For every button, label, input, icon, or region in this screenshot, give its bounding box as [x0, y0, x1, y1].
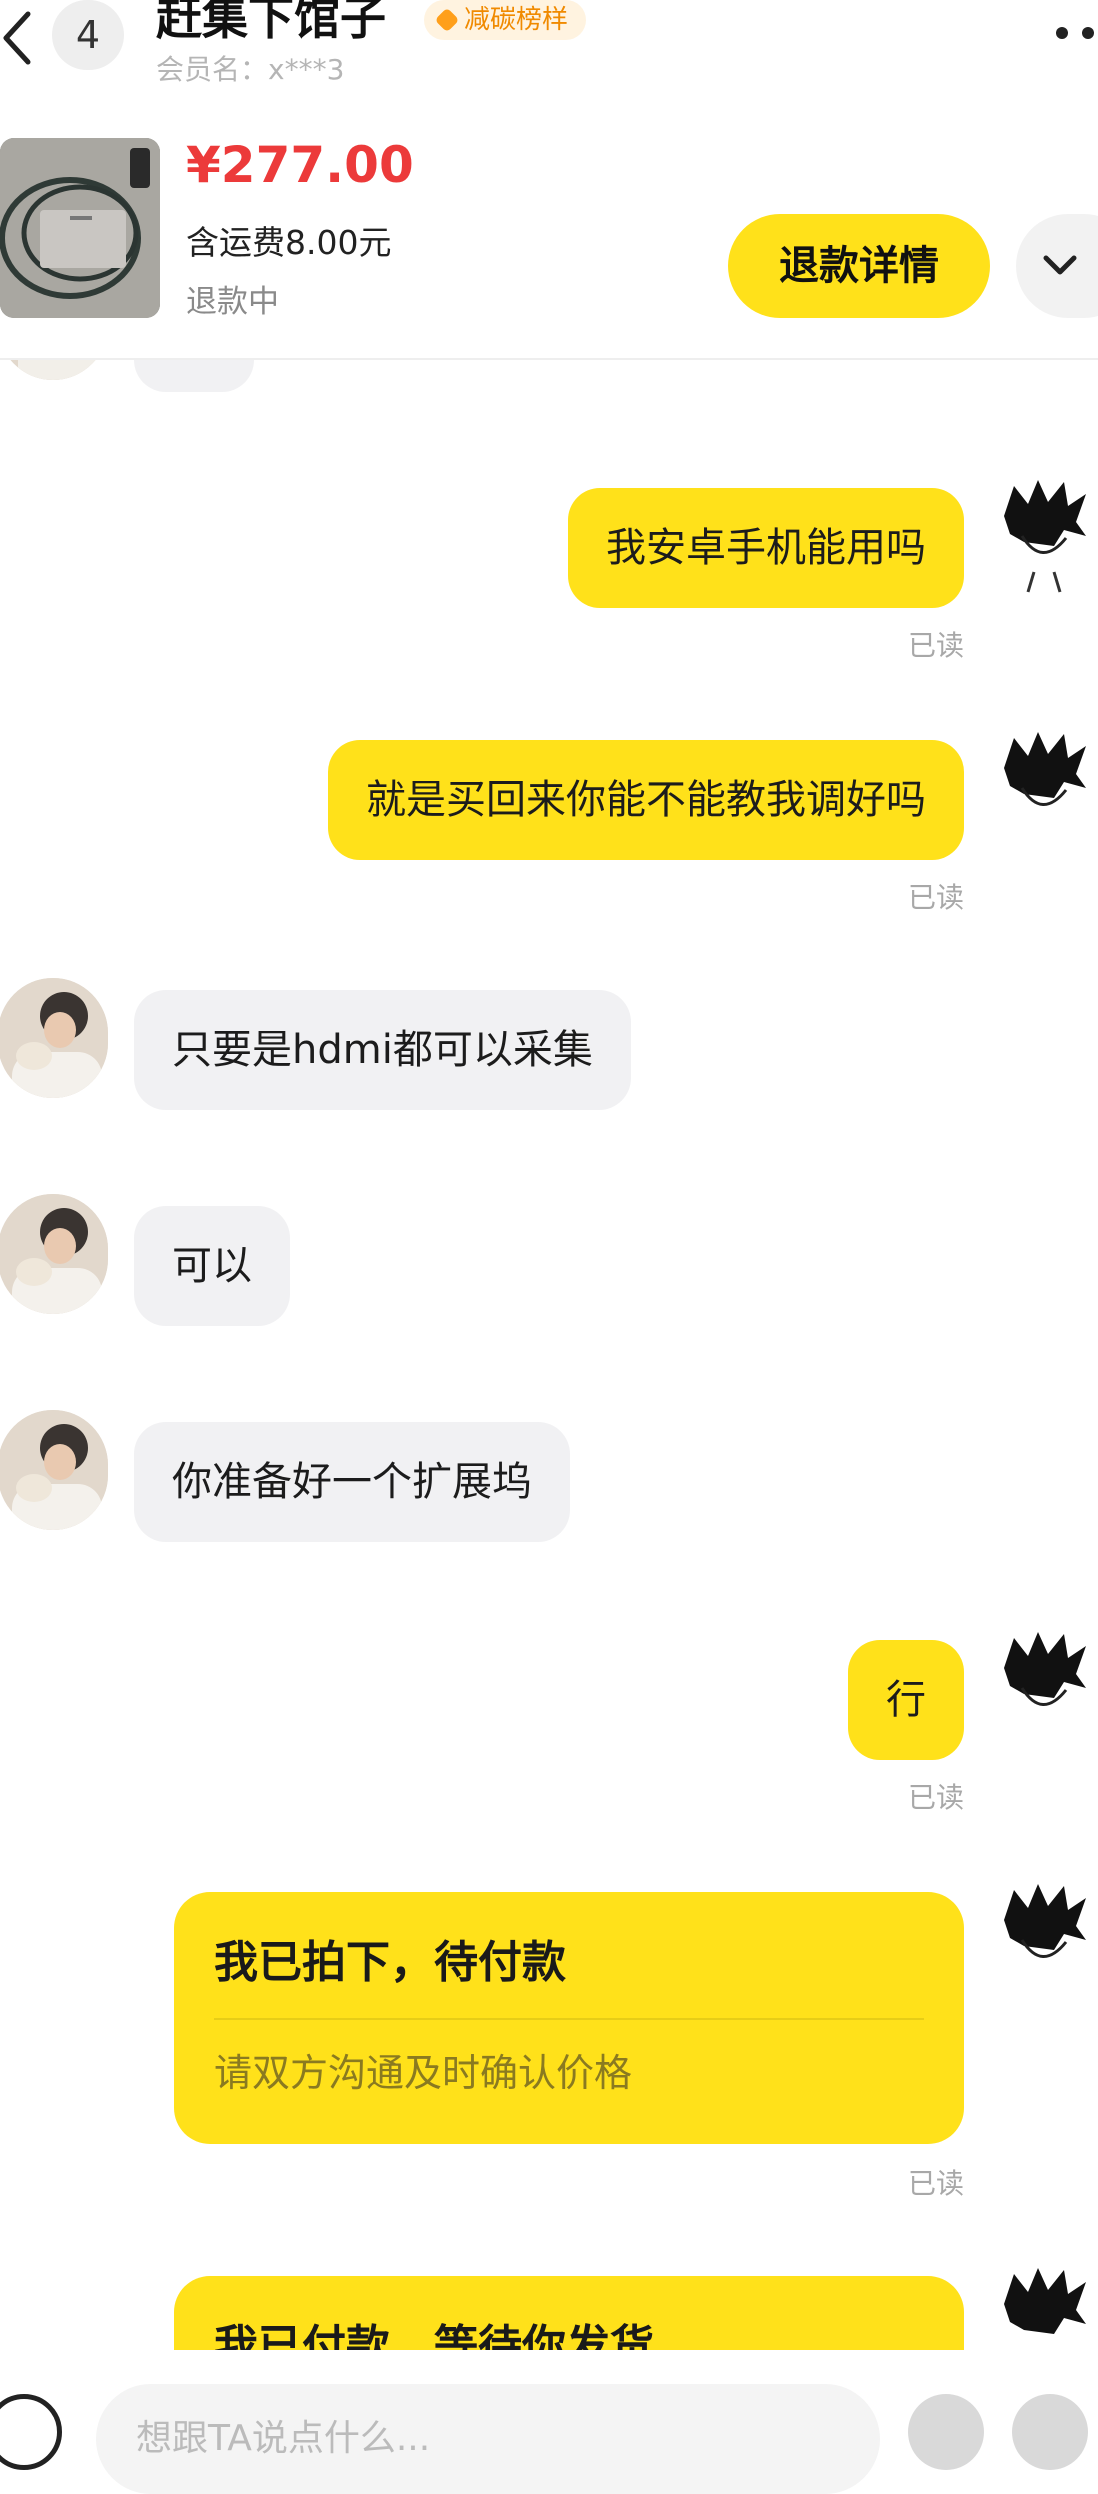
more-options-icon[interactable]: [1048, 18, 1098, 48]
input-bar: 想跟TA说点什么...: [0, 2350, 1098, 2494]
message-bubble[interactable]: 就是买回来你能不能教我调好吗: [328, 740, 964, 860]
message-bubble[interactable]: 行: [848, 1640, 964, 1760]
seller-photo: [0, 1410, 108, 1530]
product-price: ¥277.00: [186, 136, 414, 194]
voice-input-icon[interactable]: [0, 2394, 62, 2470]
carbon-badge-label: 减碳榜样: [464, 5, 569, 35]
read-receipt: 已读: [907, 629, 964, 662]
order-card-title: 我已付款，等待你发货: [214, 2321, 654, 2350]
user-avatar[interactable]: [994, 2264, 1090, 2350]
shipping-info: 含运费8.00元: [186, 223, 392, 262]
seller-avatar[interactable]: [0, 1410, 108, 1530]
order-status-card[interactable]: 我已付款，等待你发货: [174, 2276, 964, 2350]
order-card-subtitle: 请双方沟通及时确认价格: [214, 2051, 633, 2095]
user-avatar[interactable]: [994, 1628, 1090, 1746]
order-status-card[interactable]: 我已拍下，待付款 请双方沟通及时确认价格: [174, 1892, 964, 2144]
seller-photo: [0, 1194, 108, 1314]
order-status: 退款中: [186, 284, 279, 320]
message-input[interactable]: 想跟TA说点什么...: [96, 2384, 880, 2494]
emoji-icon[interactable]: [908, 2394, 984, 2470]
expand-button[interactable]: [1016, 214, 1098, 318]
back-arrow-icon[interactable]: [0, 8, 34, 68]
message-bubble-partial: [134, 360, 254, 392]
product-thumbnail[interactable]: [0, 138, 160, 318]
leaf-icon: [434, 7, 460, 33]
more-actions-icon[interactable]: [1012, 2394, 1088, 2470]
message-bubble[interactable]: 可以: [134, 1206, 290, 1326]
user-avatar[interactable]: [994, 476, 1090, 594]
seller-avatar[interactable]: [0, 978, 108, 1098]
anime-avatar-icon: [994, 728, 1090, 846]
read-receipt: 已读: [907, 881, 964, 914]
unread-count-badge[interactable]: 4: [52, 0, 124, 70]
product-card[interactable]: ¥277.00 含运费8.00元 退款中 退款详情: [0, 130, 1098, 360]
seller-avatar[interactable]: [0, 360, 108, 380]
order-card-title: 我已拍下，待付款: [214, 1937, 566, 1988]
read-receipt: 已读: [907, 2167, 964, 2200]
read-receipt: 已读: [907, 1781, 964, 1814]
user-avatar[interactable]: [994, 1880, 1090, 1998]
message-bubble[interactable]: 只要是hdmi都可以采集: [134, 990, 631, 1110]
message-bubble[interactable]: 你准备好一个扩展坞: [134, 1422, 570, 1542]
anime-avatar-icon: [994, 2264, 1090, 2350]
hdmi-capture-product-image: [0, 138, 160, 318]
carbon-reduction-badge[interactable]: 减碳榜样: [424, 0, 587, 40]
card-divider: [214, 2018, 924, 2020]
seller-photo: [0, 978, 108, 1098]
user-avatar[interactable]: [994, 728, 1090, 846]
seller-avatar[interactable]: [0, 1194, 108, 1314]
message-list[interactable]: 我安卓手机能用吗 已读 就是买回来你能不能教我调好吗 已读 只要是hdmi都可以…: [0, 360, 1098, 2350]
anime-avatar-icon: [994, 1880, 1090, 1998]
member-name: 会员名：x***3: [156, 53, 345, 86]
refund-details-button[interactable]: 退款详情: [728, 214, 990, 318]
chevron-down-icon: [1043, 255, 1077, 275]
anime-avatar-icon: [994, 1628, 1090, 1746]
message-bubble[interactable]: 我安卓手机能用吗: [568, 488, 964, 608]
chat-header: 4 赶集下馆子 减碳榜样 会员名：x***3: [0, 0, 1098, 92]
anime-avatar-icon: [994, 476, 1090, 594]
shop-name[interactable]: 赶集下馆子: [156, 0, 386, 48]
